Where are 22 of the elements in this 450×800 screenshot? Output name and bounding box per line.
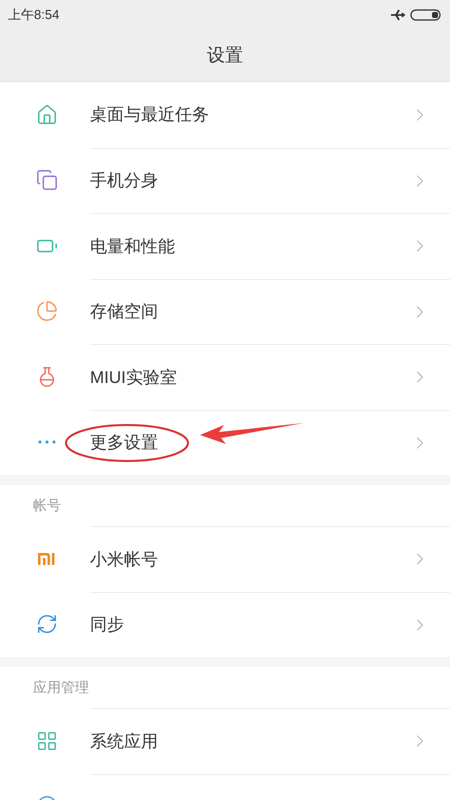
- section-header: 应用管理: [33, 678, 89, 697]
- page-title: 设置: [207, 44, 243, 67]
- item-label: 更多设置: [90, 432, 158, 454]
- item-label: MIUI实验室: [90, 366, 177, 388]
- item-label: 手机分身: [90, 170, 158, 192]
- mi-logo-icon: [37, 550, 57, 567]
- item-label: 桌面与最近任务: [90, 104, 209, 126]
- item-label: 小米帐号: [90, 548, 158, 570]
- item-label: 系统应用: [90, 730, 158, 752]
- sync-icon: [36, 613, 58, 636]
- airplane-icon: [390, 8, 406, 22]
- battery-status-icon: [410, 8, 442, 22]
- pie-chart-icon: [36, 300, 58, 322]
- grid-icon: [36, 730, 58, 752]
- item-label: 同步: [90, 614, 124, 636]
- item-label: 存储空间: [90, 301, 158, 323]
- more-icon: [38, 440, 56, 444]
- item-label: 电量和性能: [90, 236, 175, 258]
- status-time: 上午8:54: [8, 6, 60, 24]
- home-icon: [36, 104, 58, 126]
- copy-icon: [36, 169, 58, 192]
- section-header: 帐号: [33, 496, 61, 515]
